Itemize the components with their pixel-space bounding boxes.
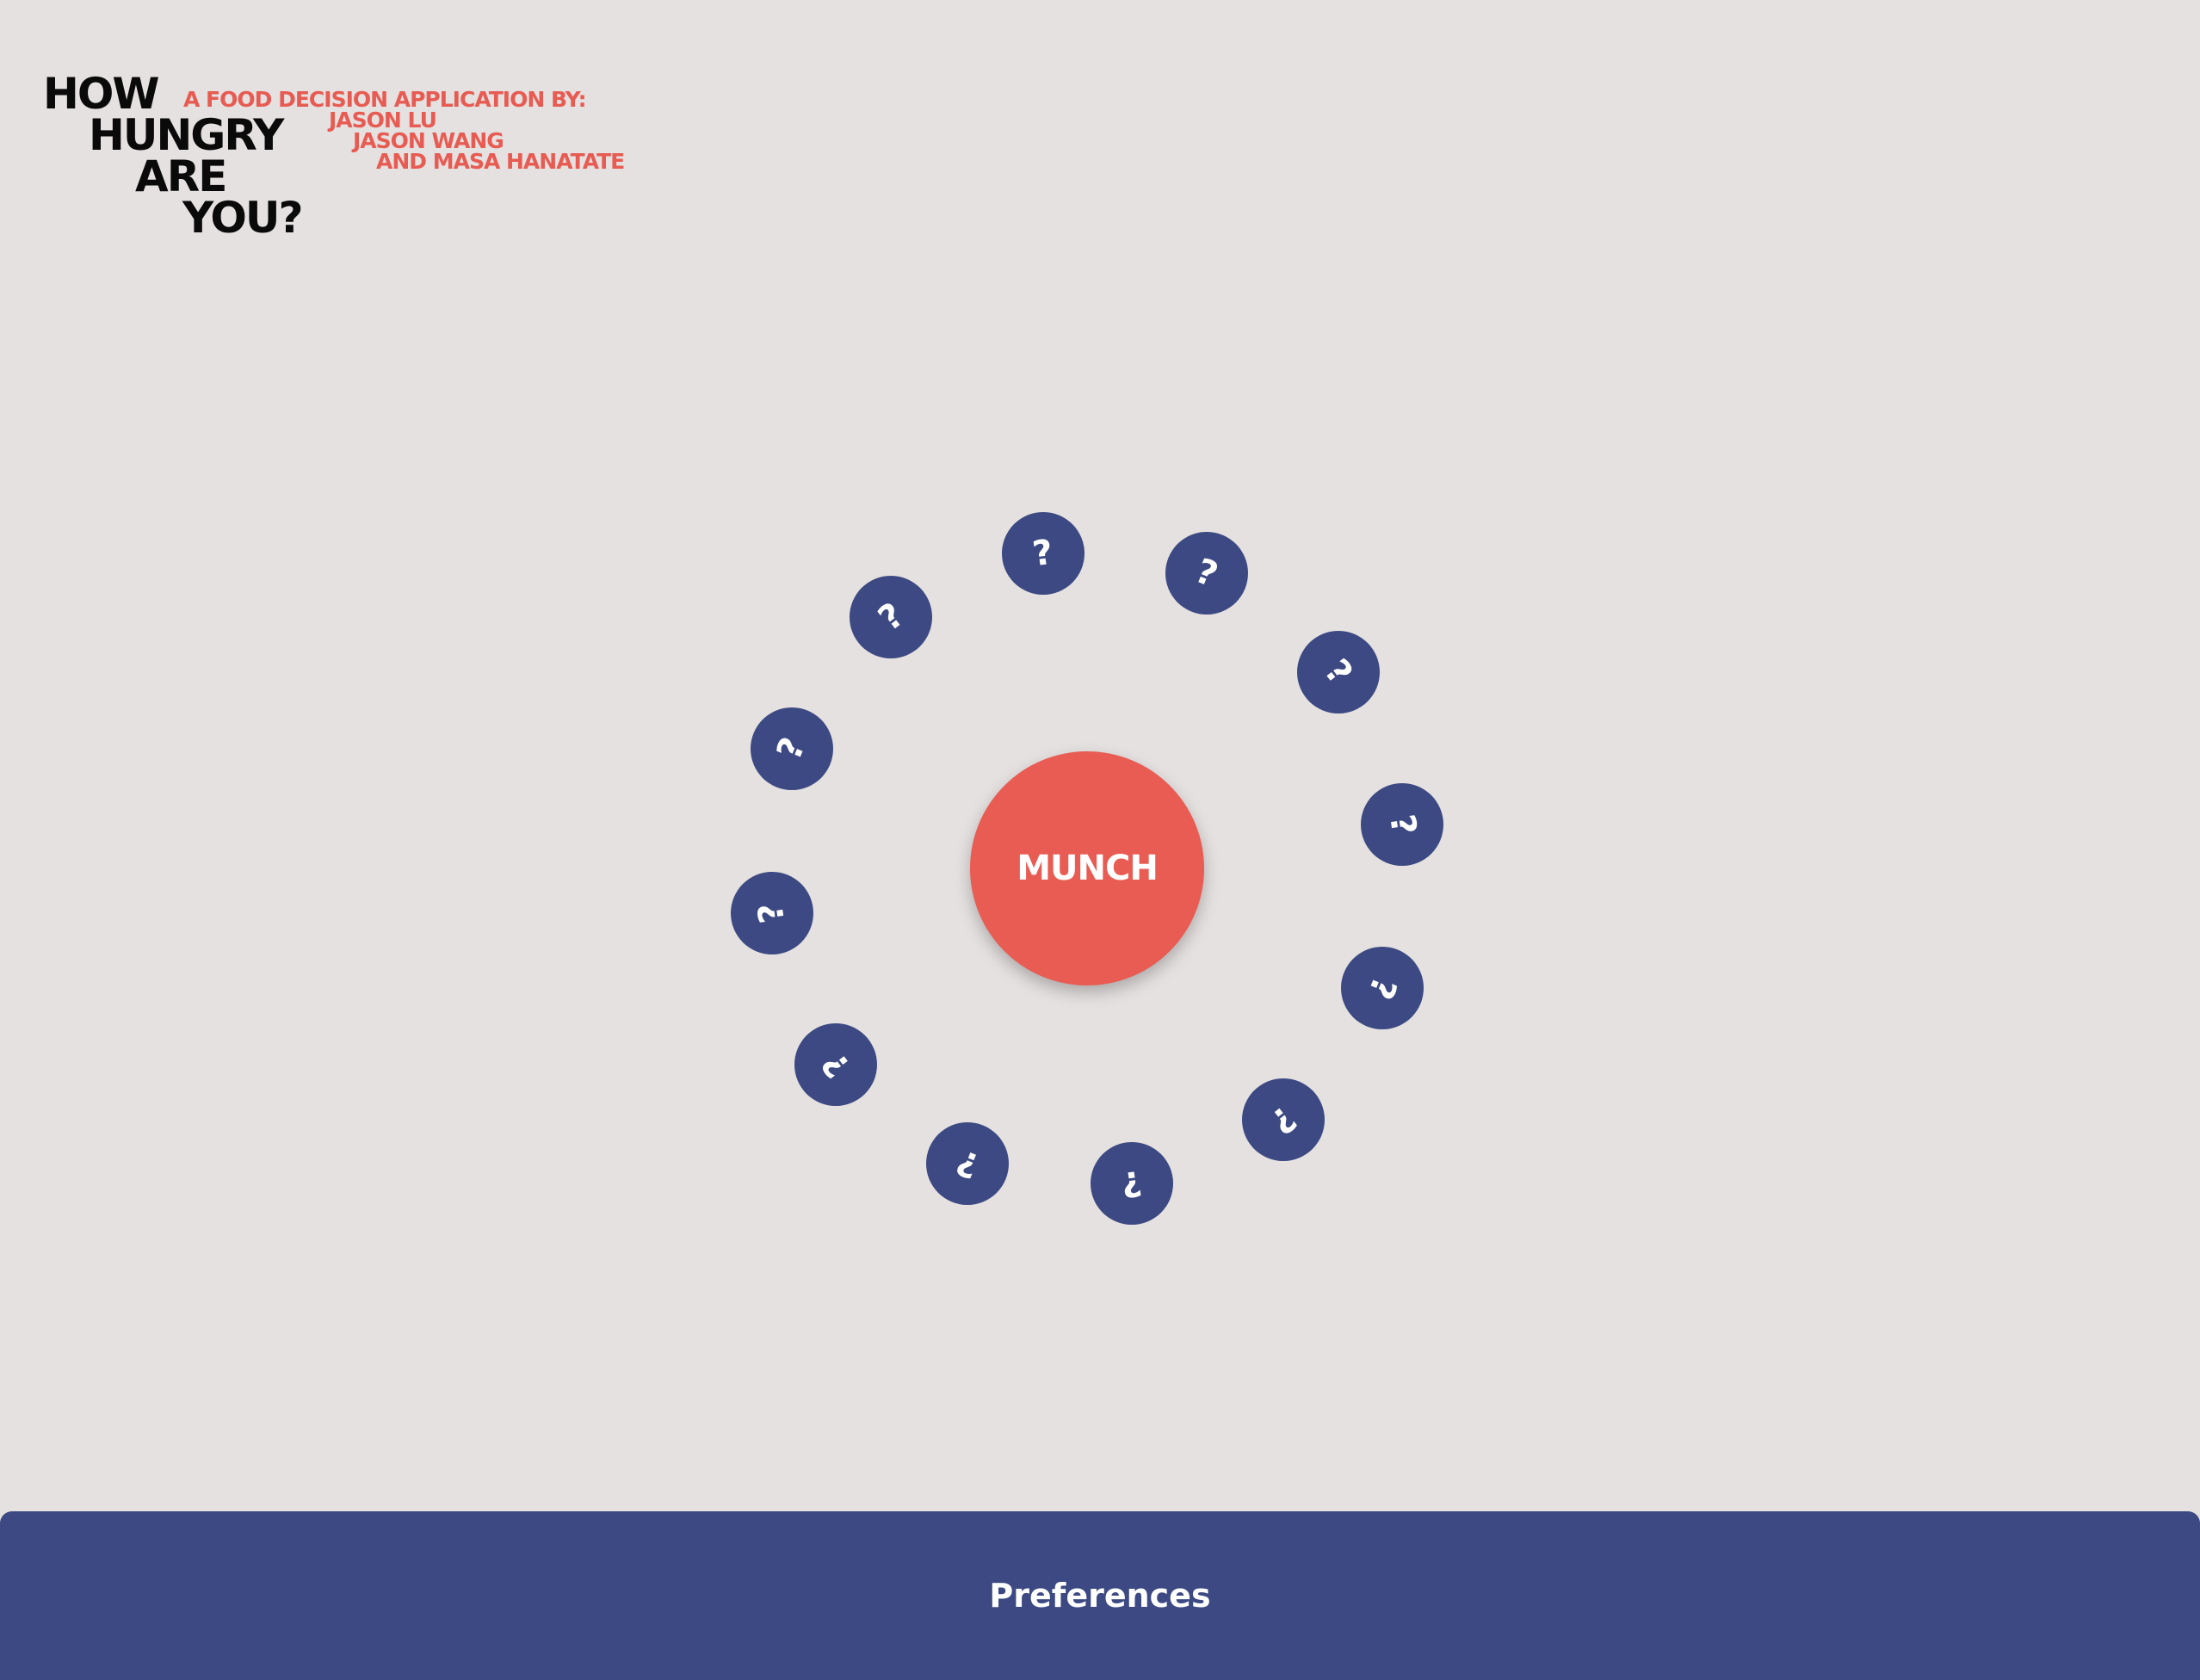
wheel-option-9[interactable]: ? bbox=[794, 1022, 878, 1106]
title-line-how: HOW bbox=[43, 69, 160, 119]
title-line-hungry: HUNGRY bbox=[89, 110, 284, 160]
wheel-option-12[interactable]: ? bbox=[850, 576, 933, 659]
question-mark-icon: ? bbox=[1360, 971, 1405, 1004]
wheel-option-7[interactable]: ? bbox=[1090, 1142, 1173, 1226]
preferences-button[interactable]: Preferences bbox=[0, 1511, 2200, 1680]
wheel-option-1[interactable]: ? bbox=[1001, 511, 1085, 595]
question-mark-icon: ? bbox=[951, 1141, 985, 1186]
wheel-option-4[interactable]: ? bbox=[1361, 782, 1444, 866]
question-mark-icon: ? bbox=[1029, 532, 1056, 574]
question-mark-icon: ? bbox=[1316, 652, 1360, 693]
wheel-option-6[interactable]: ? bbox=[1241, 1078, 1325, 1161]
question-mark-icon: ? bbox=[814, 1044, 858, 1085]
question-mark-icon: ? bbox=[1263, 1097, 1304, 1141]
wheel-option-2[interactable]: ? bbox=[1165, 531, 1248, 615]
wheel-option-3[interactable]: ? bbox=[1296, 631, 1380, 714]
question-mark-icon: ? bbox=[751, 899, 793, 926]
credit-author-3: AND MASA HANATATE bbox=[376, 149, 625, 174]
question-mark-icon: ? bbox=[1190, 551, 1223, 596]
wheel-option-5[interactable]: ? bbox=[1341, 946, 1424, 1029]
question-mark-icon: ? bbox=[870, 596, 912, 639]
wheel-option-11[interactable]: ? bbox=[750, 707, 833, 791]
app-page: HOW HUNGRY ARE YOU? A FOOD DECISION APPL… bbox=[0, 0, 2200, 1680]
munch-button[interactable]: MUNCH bbox=[970, 751, 1204, 985]
question-mark-icon: ? bbox=[1118, 1162, 1145, 1205]
wheel-option-8[interactable]: ? bbox=[926, 1122, 1010, 1206]
wheel-option-10[interactable]: ? bbox=[730, 871, 813, 954]
title-line-you: YOU? bbox=[182, 193, 304, 243]
title-line-are: ARE bbox=[135, 151, 227, 201]
question-mark-icon: ? bbox=[769, 732, 814, 766]
question-mark-icon: ? bbox=[1381, 811, 1424, 837]
